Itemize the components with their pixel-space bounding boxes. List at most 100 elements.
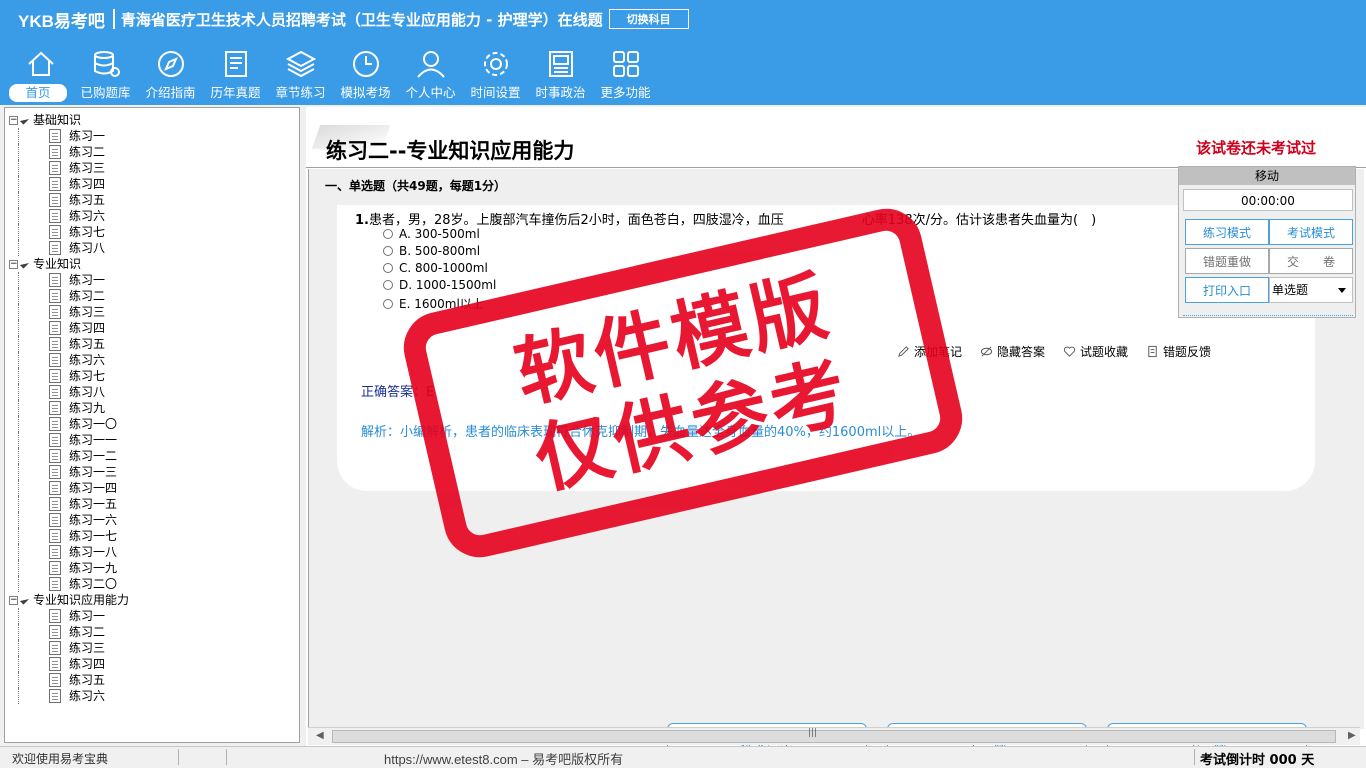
scrollbar-thumb[interactable] (332, 730, 1336, 743)
document-icon (49, 625, 61, 639)
list-icon (220, 48, 252, 80)
copyright-url: https://www.etest8.com – 易考吧版权所有 (384, 752, 624, 767)
tree-guide-line (18, 384, 19, 400)
answer-option[interactable]: E. 1600ml以上 (383, 295, 484, 312)
document-icon (49, 177, 61, 191)
database-icon (90, 48, 122, 80)
tree-guide-line (18, 512, 19, 528)
tree-item[interactable]: 练习九 (9, 400, 129, 416)
hide-answer-tool[interactable]: 隐藏答案 (980, 343, 1045, 360)
tree-guide-line (18, 208, 19, 224)
nav-item-0[interactable]: 首页 (8, 48, 73, 104)
tree-item[interactable]: 练习一三 (9, 464, 129, 480)
tree-item[interactable]: 练习一九 (9, 560, 129, 576)
nav-item-9[interactable]: 更多功能 (593, 48, 658, 104)
add-note-tool[interactable]: 添加笔记 (897, 343, 962, 360)
nav-item-3[interactable]: 历年真题 (203, 48, 268, 104)
switch-subject-button[interactable]: 切换科目 (608, 9, 689, 29)
tree-guide-line (18, 640, 19, 656)
tree-item[interactable]: 练习三 (9, 640, 129, 656)
radio-icon[interactable] (383, 263, 393, 273)
tree-item[interactable]: 练习三 (9, 160, 129, 176)
tree-item[interactable]: 练习八 (9, 384, 129, 400)
tree-item[interactable]: 练习五 (9, 192, 129, 208)
tree-item[interactable]: 练习一 (9, 128, 129, 144)
tree-item[interactable]: 练习一六 (9, 512, 129, 528)
answer-option[interactable]: A. 300-500ml (383, 227, 480, 241)
tree-item[interactable]: 练习一一 (9, 432, 129, 448)
collapse-icon[interactable]: − (9, 115, 18, 125)
tree-guide-line (18, 688, 19, 704)
tree-item[interactable]: 练习一四 (9, 480, 129, 496)
nav-item-6[interactable]: 个人中心 (398, 48, 463, 104)
tree-guide-line (18, 272, 19, 288)
nav-item-5[interactable]: 模拟考场 (333, 48, 398, 104)
question-type-select[interactable]: 单选题 (1269, 277, 1353, 303)
tree-item[interactable]: 练习四 (9, 656, 129, 672)
tree-item[interactable]: 练习一 (9, 272, 129, 288)
nav-item-2[interactable]: 介绍指南 (138, 48, 203, 104)
print-button[interactable]: 打印入口 (1185, 277, 1269, 303)
exam-mode-button[interactable]: 考试模式 (1269, 219, 1353, 245)
tree-item-label: 练习三 (69, 161, 106, 175)
nav-item-4[interactable]: 章节练习 (268, 48, 333, 104)
move-handle[interactable]: 移动 (1179, 167, 1355, 185)
hand-in-button[interactable]: 交 卷 (1269, 248, 1353, 274)
document-icon (49, 577, 61, 591)
tree-item-label: 练习四 (69, 657, 106, 671)
status-divider (178, 749, 179, 765)
radio-icon[interactable] (383, 280, 393, 290)
tree-item[interactable]: 练习二 (9, 624, 129, 640)
collapse-icon[interactable]: − (9, 595, 18, 605)
tree-item[interactable]: 练习二 (9, 144, 129, 160)
tree-group-label: 基础知识 (33, 113, 82, 127)
redo-wrong-button[interactable]: 错题重做 (1185, 248, 1269, 274)
tree-item[interactable]: 练习四 (9, 320, 129, 336)
tree-item[interactable]: 练习五 (9, 336, 129, 352)
practice-mode-button[interactable]: 练习模式 (1185, 219, 1269, 245)
report-error-tool[interactable]: 错题反馈 (1146, 343, 1211, 360)
answer-option[interactable]: C. 800-1000ml (383, 261, 488, 275)
tree-item[interactable]: 练习八 (9, 240, 129, 256)
scroll-left-icon[interactable]: ◀ (316, 730, 324, 741)
tree-item[interactable]: 练习一五 (9, 496, 129, 512)
tree-group[interactable]: − 专业知识应用能力 (9, 592, 129, 608)
answer-option[interactable]: D. 1000-1500ml (383, 278, 496, 292)
favorite-tool[interactable]: 试题收藏 (1063, 343, 1128, 360)
tree-item[interactable]: 练习三 (9, 304, 129, 320)
compass-icon (155, 48, 187, 80)
scroll-right-icon[interactable]: ▶ (1348, 730, 1356, 741)
document-icon (49, 561, 61, 575)
tree-item[interactable]: 练习一八 (9, 544, 129, 560)
tree-item[interactable]: 练习五 (9, 672, 129, 688)
nav-item-7[interactable]: 时间设置 (463, 48, 528, 104)
tree-item[interactable]: 练习一〇 (9, 416, 129, 432)
nav-item-8[interactable]: 时事政治 (528, 48, 593, 104)
tree-item[interactable]: 练习六 (9, 208, 129, 224)
option-label: E. 1600ml以上 (399, 297, 484, 311)
answer-option[interactable]: B. 500-800ml (383, 244, 480, 258)
tree-item[interactable]: 练习六 (9, 352, 129, 368)
radio-icon[interactable] (383, 246, 393, 256)
horizontal-scrollbar[interactable]: ◀ ||| ▶ (308, 727, 1360, 745)
document-icon (49, 241, 61, 255)
nav-item-1[interactable]: 已购题库 (73, 48, 138, 104)
tree-group[interactable]: − 专业知识 (9, 256, 129, 272)
tree-item[interactable]: 练习七 (9, 224, 129, 240)
tree-item[interactable]: 练习一 (9, 608, 129, 624)
radio-icon[interactable] (383, 298, 393, 309)
document-icon (49, 513, 61, 527)
tree-item[interactable]: 练习四 (9, 176, 129, 192)
tree-group[interactable]: − 基础知识 (9, 112, 129, 128)
tree-item[interactable]: 练习七 (9, 368, 129, 384)
tree-item[interactable]: 练习一二 (9, 448, 129, 464)
tree-item-label: 练习一三 (69, 465, 118, 479)
radio-icon[interactable] (383, 229, 393, 239)
tree-item[interactable]: 练习二 (9, 288, 129, 304)
nav-label: 模拟考场 (340, 85, 391, 100)
document-icon (49, 289, 61, 303)
collapse-icon[interactable]: − (9, 259, 18, 269)
tree-item[interactable]: 练习六 (9, 688, 129, 704)
tree-item[interactable]: 练习一七 (9, 528, 129, 544)
tree-item[interactable]: 练习二〇 (9, 576, 129, 592)
